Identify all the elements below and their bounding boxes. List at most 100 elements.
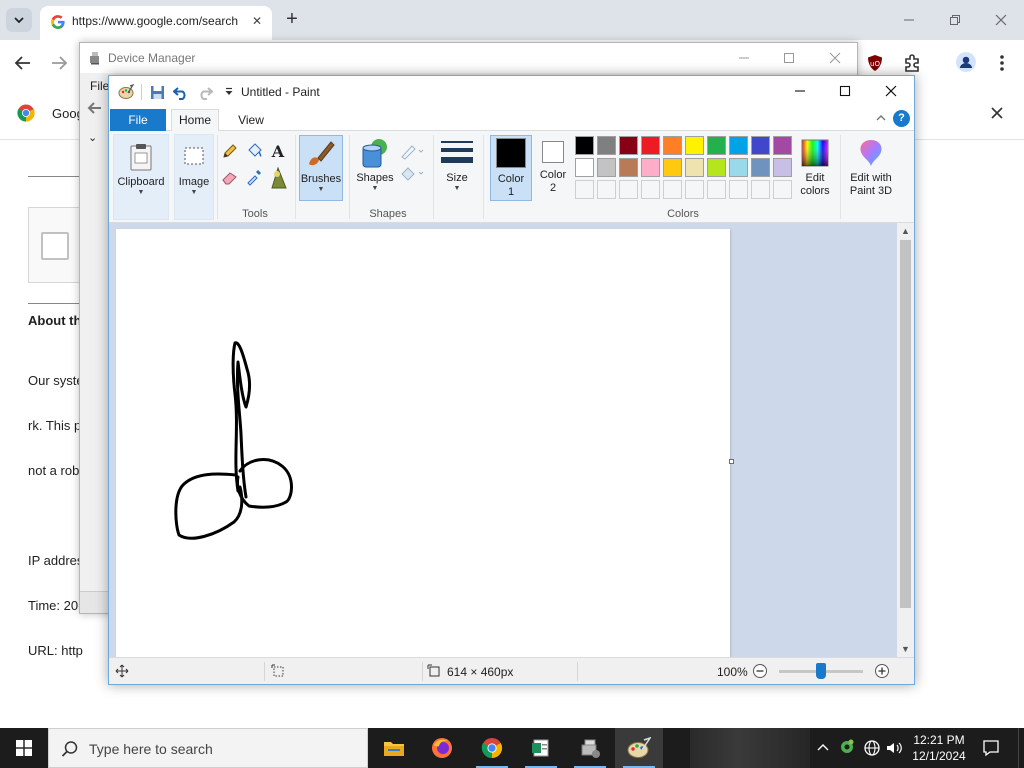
edit-with-paint3d-button[interactable]: Edit with Paint 3D — [845, 135, 897, 201]
paint-close-button[interactable] — [876, 80, 906, 102]
vertical-scrollbar[interactable]: ▲ ▼ — [897, 223, 914, 657]
palette-swatch[interactable] — [751, 136, 770, 155]
tab-file[interactable]: File — [110, 109, 166, 131]
palette-swatch[interactable] — [619, 158, 638, 177]
palette-swatch[interactable] — [641, 136, 660, 155]
fill-tool[interactable] — [244, 141, 264, 161]
palette-swatch[interactable] — [597, 136, 616, 155]
scroll-down-arrow-icon[interactable]: ▼ — [897, 641, 914, 657]
zoom-slider-thumb[interactable] — [816, 663, 826, 679]
devmgr-maximize-button[interactable] — [777, 46, 801, 70]
ublock-shield-icon[interactable]: uO — [866, 54, 884, 72]
palette-custom-slot[interactable] — [575, 180, 594, 199]
extensions-puzzle-icon[interactable] — [902, 53, 922, 73]
paint-window[interactable]: Untitled - Paint File Home View ? Clipbo… — [108, 75, 915, 685]
palette-custom-slot[interactable] — [663, 180, 682, 199]
taskbar-search-box[interactable]: Type here to search — [48, 728, 368, 768]
taskbar-paint[interactable] — [615, 728, 663, 768]
paint-minimize-button[interactable] — [785, 80, 815, 102]
devmgr-menu-file[interactable]: File — [90, 79, 109, 93]
palette-swatch[interactable] — [773, 158, 792, 177]
palette-swatch[interactable] — [685, 158, 704, 177]
taskbar-firefox[interactable] — [418, 728, 466, 768]
palette-swatch[interactable] — [751, 158, 770, 177]
scroll-up-arrow-icon[interactable]: ▲ — [897, 223, 914, 239]
taskbar-document-app[interactable] — [517, 728, 565, 768]
redo-button[interactable] — [196, 83, 214, 101]
palette-swatch[interactable] — [729, 136, 748, 155]
palette-custom-slot[interactable] — [773, 180, 792, 199]
start-button[interactable] — [0, 728, 48, 768]
text-tool[interactable]: A — [268, 141, 288, 161]
palette-custom-slot[interactable] — [707, 180, 726, 199]
edit-colors-button[interactable]: Edit colors — [795, 135, 835, 201]
fill-button[interactable] — [399, 163, 425, 183]
palette-swatch[interactable] — [619, 136, 638, 155]
tree-expander-icon[interactable]: ⌄ — [88, 131, 97, 144]
eraser-tool[interactable] — [220, 167, 240, 187]
palette-swatch[interactable] — [773, 136, 792, 155]
tab-view[interactable]: View — [227, 109, 275, 131]
more-vertical-icon[interactable] — [994, 52, 1010, 74]
device-manager-titlebar[interactable]: Device Manager — [80, 43, 857, 73]
chrome-minimize-button[interactable] — [897, 8, 921, 32]
palette-swatch[interactable] — [685, 136, 704, 155]
back-arrow-icon[interactable] — [86, 101, 102, 115]
volume-icon[interactable] — [885, 739, 903, 757]
save-button[interactable] — [148, 83, 166, 101]
palette-custom-slot[interactable] — [685, 180, 704, 199]
palette-swatch[interactable] — [575, 136, 594, 155]
outline-button[interactable] — [399, 141, 425, 161]
network-globe-icon[interactable] — [863, 739, 881, 757]
paint-maximize-button[interactable] — [830, 80, 860, 102]
paint-app-icon[interactable] — [117, 83, 135, 101]
image-button[interactable]: Image ▼ — [174, 134, 214, 220]
palette-swatch[interactable] — [663, 158, 682, 177]
size-button[interactable]: Size ▼ — [439, 135, 475, 201]
chevron-up-icon[interactable] — [874, 111, 888, 125]
color-picker-tool[interactable] — [244, 167, 264, 187]
chrome-close-button[interactable] — [989, 8, 1013, 32]
palette-custom-slot[interactable] — [729, 180, 748, 199]
color1-button[interactable]: Color 1 — [490, 135, 532, 201]
palette-swatch[interactable] — [707, 136, 726, 155]
chrome-restore-button[interactable] — [943, 8, 967, 32]
devmgr-close-button[interactable] — [823, 46, 847, 70]
tab-close-icon[interactable]: ✕ — [248, 12, 266, 30]
drawing-canvas[interactable] — [116, 229, 730, 657]
paint-titlebar[interactable]: Untitled - Paint — [109, 76, 914, 107]
palette-swatch[interactable] — [597, 158, 616, 177]
taskbar-clock[interactable]: 12:21 PM 12/1/2024 — [908, 732, 970, 764]
show-desktop-button[interactable] — [1018, 728, 1024, 768]
notifications-icon[interactable] — [982, 739, 1000, 757]
undo-button[interactable] — [172, 83, 190, 101]
clipboard-button[interactable]: Clipboard ▼ — [113, 134, 169, 220]
captcha-checkbox[interactable] — [41, 232, 69, 260]
taskbar-file-explorer[interactable] — [370, 728, 418, 768]
magnifier-tool[interactable] — [266, 164, 290, 190]
brushes-button[interactable]: Brushes ▼ — [299, 135, 343, 201]
taskbar-chrome[interactable] — [468, 728, 516, 768]
tab-search-button[interactable] — [6, 8, 32, 32]
browser-tab[interactable]: https://www.google.com/search ✕ — [40, 6, 272, 40]
zoom-out-icon[interactable] — [752, 663, 768, 679]
palette-swatch[interactable] — [707, 158, 726, 177]
chevron-up-icon[interactable] — [815, 740, 831, 756]
forward-arrow-icon[interactable] — [48, 52, 70, 74]
close-icon[interactable] — [988, 104, 1006, 122]
back-arrow-icon[interactable] — [12, 52, 34, 74]
palette-custom-slot[interactable] — [641, 180, 660, 199]
customize-qat-button[interactable] — [220, 83, 238, 101]
profile-avatar-icon[interactable] — [956, 52, 976, 72]
palette-custom-slot[interactable] — [619, 180, 638, 199]
tab-home[interactable]: Home — [171, 109, 219, 132]
help-icon[interactable]: ? — [893, 110, 910, 127]
green-gear-icon[interactable] — [838, 738, 856, 756]
palette-swatch[interactable] — [641, 158, 660, 177]
devmgr-minimize-button[interactable] — [732, 46, 756, 70]
palette-custom-slot[interactable] — [751, 180, 770, 199]
palette-swatch[interactable] — [729, 158, 748, 177]
zoom-in-icon[interactable] — [874, 663, 890, 679]
palette-custom-slot[interactable] — [597, 180, 616, 199]
taskbar-device-manager[interactable] — [566, 728, 614, 768]
